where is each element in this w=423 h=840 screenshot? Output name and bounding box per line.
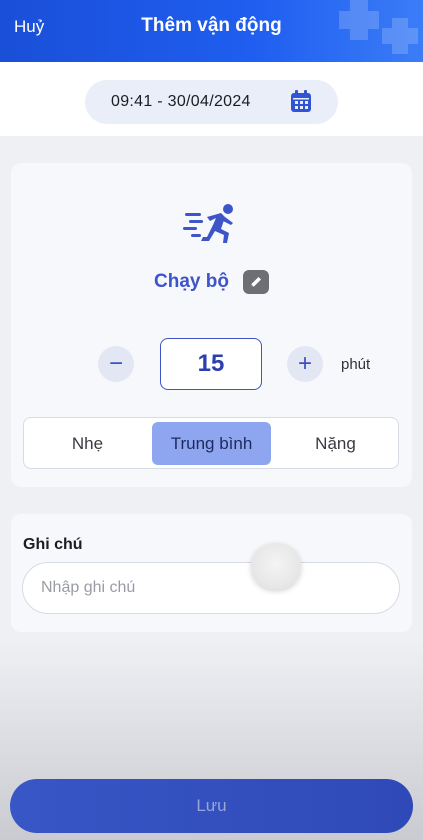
page-title: Thêm vận động bbox=[141, 15, 282, 36]
datetime-picker[interactable]: 09:41 - 30/04/2024 bbox=[85, 80, 338, 124]
note-card: Ghi chú bbox=[11, 514, 412, 632]
increase-duration-button[interactable]: + bbox=[287, 346, 323, 382]
intensity-option-medium[interactable]: Trung bình bbox=[152, 422, 271, 465]
datetime-value: 09:41 - 30/04/2024 bbox=[111, 93, 251, 110]
activity-name-row: Chạy bộ bbox=[11, 270, 412, 294]
calendar-icon bbox=[291, 90, 311, 112]
duration-input[interactable]: 15 bbox=[160, 338, 262, 390]
date-section: 09:41 - 30/04/2024 bbox=[0, 62, 423, 136]
note-label: Ghi chú bbox=[23, 536, 83, 553]
decrease-duration-button[interactable]: − bbox=[98, 346, 134, 382]
app-header: Huỷ Thêm vận động bbox=[0, 0, 423, 62]
intensity-selector: Nhẹ Trung bình Nặng bbox=[23, 417, 399, 469]
pencil-icon bbox=[250, 277, 261, 287]
duration-unit: phút bbox=[341, 356, 371, 373]
running-person-icon bbox=[183, 204, 233, 243]
note-input[interactable] bbox=[22, 562, 400, 614]
activity-name: Chạy bộ bbox=[154, 271, 229, 292]
touch-indicator bbox=[251, 543, 301, 589]
activity-card: Chạy bộ − 15 + phút Nhẹ Trung bình Nặng bbox=[11, 163, 412, 487]
intensity-option-heavy[interactable]: Nặng bbox=[276, 422, 395, 465]
intensity-option-light[interactable]: Nhẹ bbox=[28, 422, 147, 465]
save-button[interactable]: Lưu bbox=[10, 779, 413, 833]
edit-activity-button[interactable] bbox=[242, 270, 269, 294]
